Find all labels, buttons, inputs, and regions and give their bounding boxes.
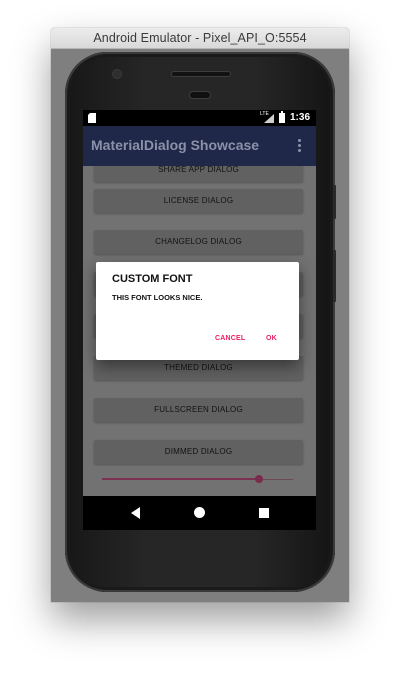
dialog-title: CUSTOM FONT [112,273,193,285]
back-icon[interactable] [131,507,140,519]
volume-key[interactable] [333,250,336,302]
share-app-dialog-button[interactable]: SHARE APP DIALOG [94,166,303,182]
changelog-dialog-button[interactable]: CHANGELOG DIALOG [94,230,303,254]
ok-button[interactable]: OK [266,335,277,342]
battery-icon [279,111,285,123]
dialog-message: THIS FONT LOOKS NICE. [112,293,203,302]
license-dialog-button[interactable]: LICENSE DIALOG [94,189,303,213]
earpiece-speaker [172,72,230,76]
overflow-menu-icon[interactable] [298,139,302,153]
fullscreen-dialog-button[interactable]: FULLSCREEN DIALOG [94,398,303,422]
custom-font-dialog: CUSTOM FONT THIS FONT LOOKS NICE. CANCEL… [96,262,299,360]
network-type: LTE [260,111,269,117]
status-time: 1:36 [290,112,311,123]
navigation-bar [83,496,316,530]
home-icon[interactable] [194,507,205,518]
proximity-sensor [190,92,210,98]
app-bar: MaterialDialog Showcase [83,126,316,166]
cancel-button[interactable]: CANCEL [215,335,245,342]
window-title: Android Emulator - Pixel_API_O:5554 [51,28,349,49]
slider-fill [102,478,259,480]
slider-thumb[interactable] [255,475,263,483]
dimmed-dialog-button[interactable]: DIMMED DIALOG [94,440,303,464]
power-key[interactable] [333,185,336,219]
status-bar: LTE 1:36 [83,110,316,126]
sd-card-icon [88,113,96,123]
app-title: MaterialDialog Showcase [91,137,260,153]
recents-icon[interactable] [259,508,269,518]
front-camera [113,70,121,78]
